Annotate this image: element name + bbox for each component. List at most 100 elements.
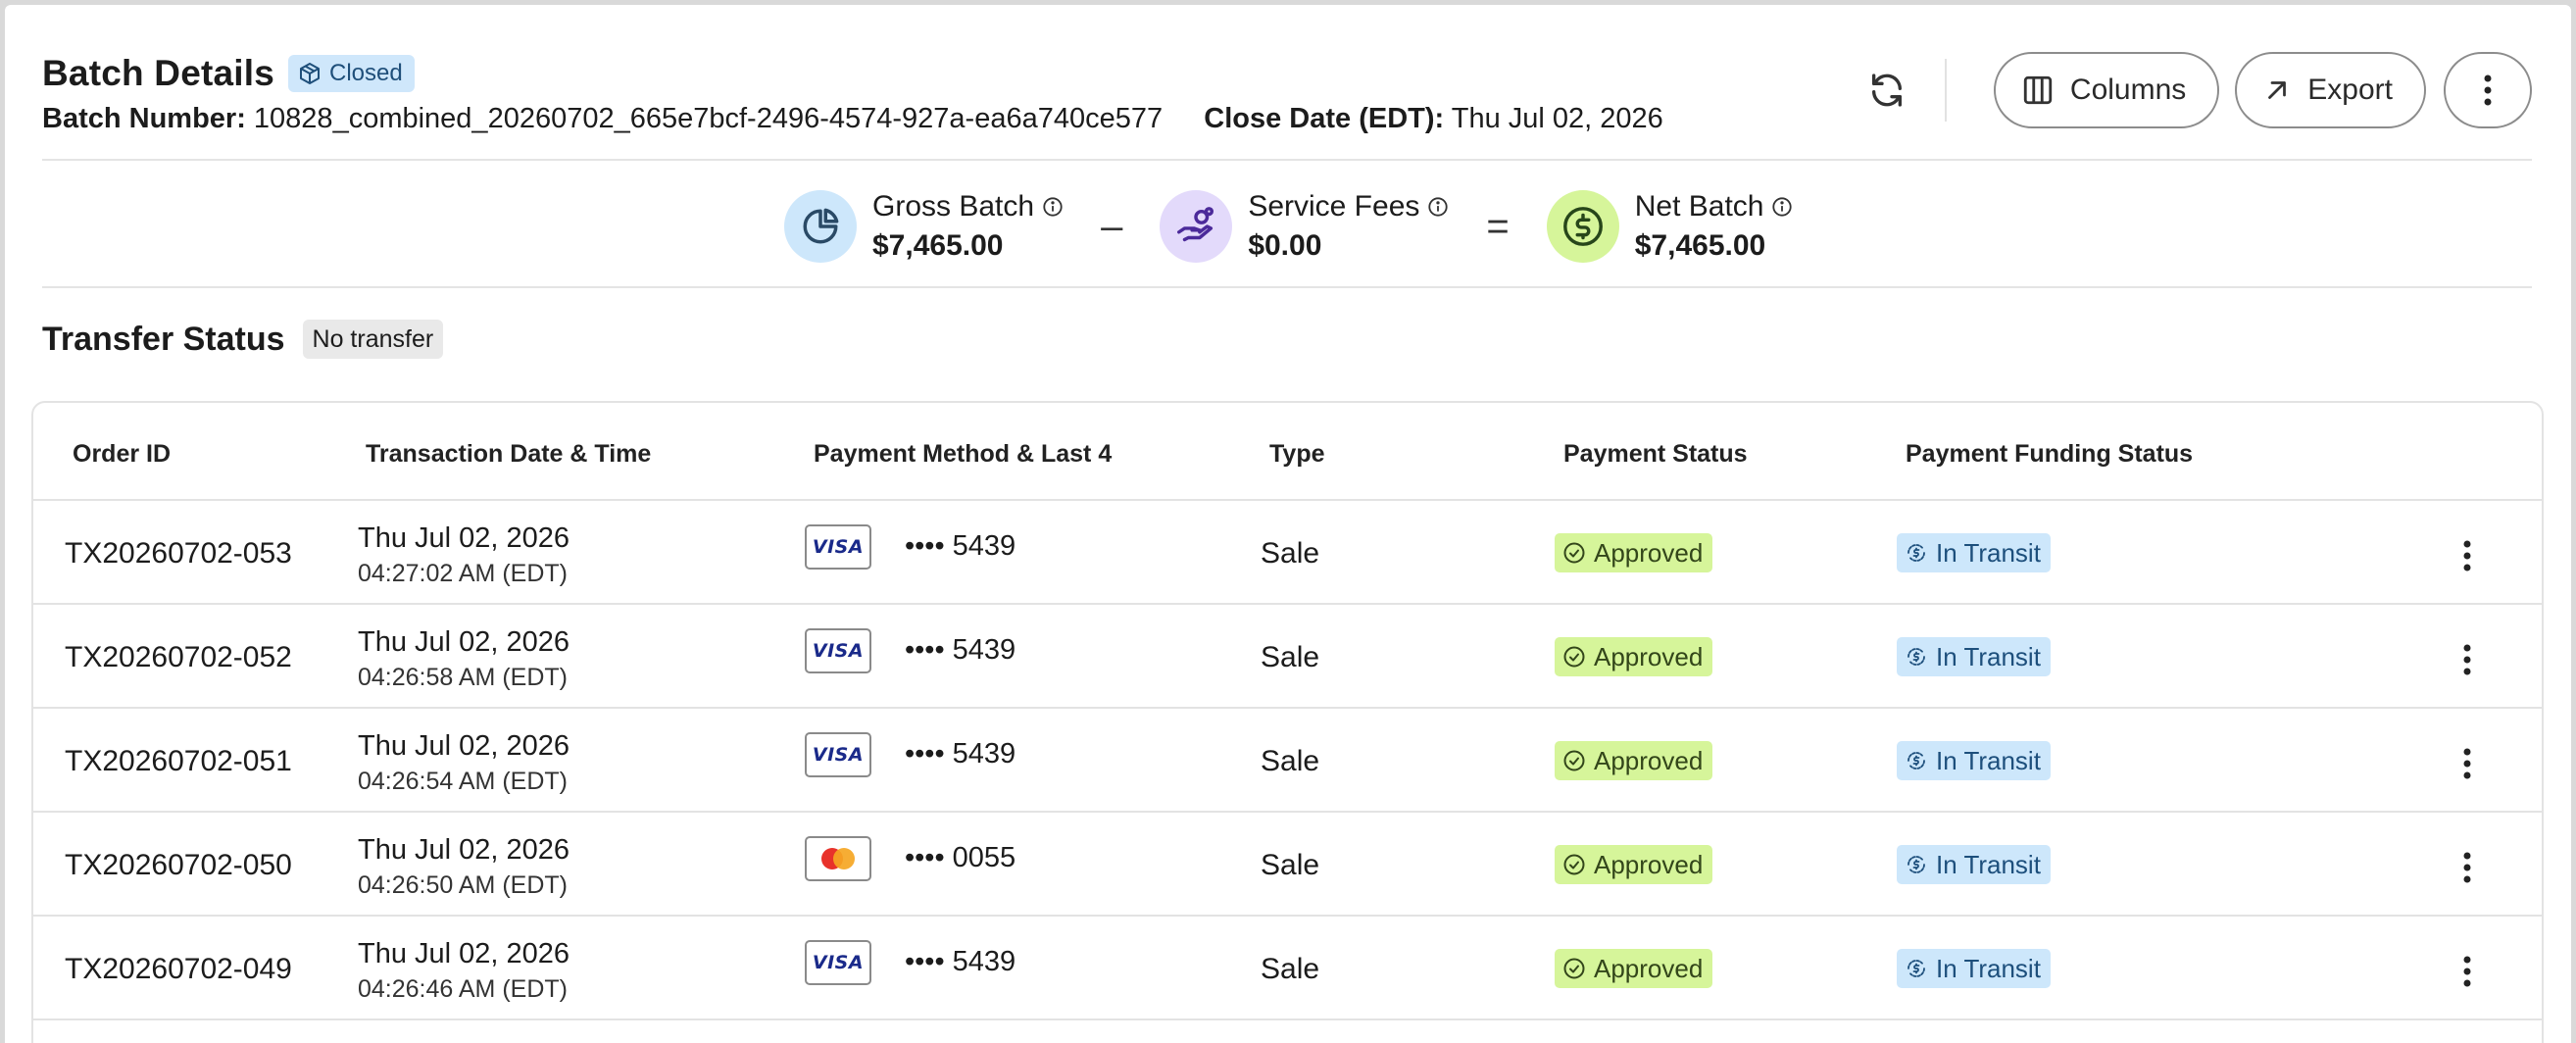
more-options-button[interactable] (2444, 52, 2532, 128)
payment-status-label: Approved (1594, 537, 1704, 568)
gross-batch-value: $7,465.00 (872, 229, 1004, 262)
equals-operator: = (1486, 204, 1510, 248)
gross-batch: Gross Batch $7,465.00 (784, 190, 1064, 263)
col-transaction-date[interactable]: Transaction Date & Time (366, 440, 651, 469)
kebab-vertical-icon (2463, 852, 2471, 883)
row-actions-button[interactable] (2452, 744, 2482, 783)
transaction-type: Sale (1261, 745, 1320, 777)
funding-status-badge: In Transit (1897, 741, 2051, 780)
service-fees-value: $0.00 (1248, 229, 1322, 262)
transaction-time: 04:27:02 AM (EDT) (358, 560, 568, 587)
header-title-row: Batch Details Closed (42, 50, 415, 97)
table-row[interactable]: TX20260702-050 Thu Jul 02, 2026 04:26:50… (33, 813, 2542, 917)
card-last4: •••• 5439 (905, 634, 1016, 666)
row-actions-button[interactable] (2452, 952, 2482, 991)
transaction-date: Thu Jul 02, 2026 (358, 938, 570, 969)
card-logo: VISA (805, 732, 871, 777)
payment-status-badge: Approved (1555, 741, 1713, 780)
funding-status-label: In Transit (1936, 745, 2041, 775)
card-last4: •••• 5439 (905, 946, 1016, 977)
dollar-circle-icon (1546, 190, 1619, 263)
check-circle-icon (1563, 542, 1585, 564)
card-last4: •••• 5439 (905, 738, 1016, 770)
row-actions-button[interactable] (2452, 848, 2482, 887)
col-payment-status[interactable]: Payment Status (1563, 440, 1748, 469)
info-icon[interactable] (1771, 196, 1793, 218)
status-badge: Closed (288, 55, 415, 92)
transaction-time: 04:26:46 AM (EDT) (358, 975, 568, 1003)
info-icon[interactable] (1042, 196, 1064, 218)
pie-chart-icon (784, 190, 857, 263)
col-payment-method[interactable]: Payment Method & Last 4 (814, 440, 1112, 469)
visa-logo: VISA (812, 640, 865, 662)
transaction-date: Thu Jul 02, 2026 (358, 522, 570, 554)
col-funding-status[interactable]: Payment Funding Status (1906, 440, 2193, 469)
payment-status-badge: Approved (1555, 845, 1713, 884)
mastercard-icon (821, 848, 855, 869)
refresh-button[interactable] (1849, 52, 1925, 128)
table-row[interactable]: TX20260702-053 Thu Jul 02, 2026 04:27:02… (33, 501, 2542, 605)
gross-batch-label: Gross Batch (872, 190, 1035, 223)
arrow-up-right-icon (2268, 81, 2287, 99)
card-logo: VISA (805, 628, 871, 673)
table-row[interactable]: TX20260702-051 Thu Jul 02, 2026 04:26:54… (33, 709, 2542, 813)
dollar-cycle-icon (1907, 544, 1925, 562)
net-batch: Net Batch $7,465.00 (1546, 190, 1794, 263)
transaction-date: Thu Jul 02, 2026 (358, 834, 570, 866)
batch-number-label: Batch Number: (42, 103, 246, 134)
columns-button[interactable]: Columns (1993, 52, 2220, 128)
kebab-vertical-icon (2463, 748, 2471, 779)
table-row[interactable]: TX20260702-052 Thu Jul 02, 2026 04:26:58… (33, 605, 2542, 709)
funding-status-badge: In Transit (1897, 949, 2051, 988)
check-circle-icon (1563, 854, 1585, 875)
funding-status-badge: In Transit (1897, 845, 2051, 884)
visa-logo: VISA (812, 536, 865, 558)
transaction-date: Thu Jul 02, 2026 (358, 730, 570, 762)
payment-status-badge: Approved (1555, 533, 1713, 572)
close-date: Thu Jul 02, 2026 (1451, 103, 1663, 134)
funding-status-label: In Transit (1936, 641, 2041, 671)
minus-operator: – (1101, 204, 1123, 248)
dollar-cycle-icon (1907, 648, 1925, 666)
transaction-time: 04:26:58 AM (EDT) (358, 664, 568, 691)
kebab-vertical-icon (2463, 644, 2471, 675)
transaction-type: Sale (1261, 953, 1320, 985)
payment-status-badge: Approved (1555, 949, 1713, 988)
transaction-type: Sale (1261, 537, 1320, 570)
mastercard-logo (805, 836, 871, 881)
table-header: Order ID Transaction Date & Time Payment… (33, 403, 2542, 501)
payment-status-badge: Approved (1555, 637, 1713, 676)
refresh-icon (1871, 74, 1902, 107)
dollar-cycle-icon (1907, 752, 1925, 770)
info-icon[interactable] (1427, 196, 1449, 218)
col-type[interactable]: Type (1269, 440, 1325, 469)
transaction-type: Sale (1261, 641, 1320, 673)
box-icon (300, 63, 321, 84)
order-id: TX20260702-050 (65, 849, 292, 881)
order-id: TX20260702-049 (65, 953, 292, 985)
page-title: Batch Details (42, 53, 275, 93)
kebab-vertical-icon (2484, 74, 2492, 106)
kebab-vertical-icon (2463, 540, 2471, 571)
row-actions-button[interactable] (2452, 640, 2482, 679)
payment-status-label: Approved (1594, 745, 1704, 775)
funding-status-badge: In Transit (1897, 533, 2051, 572)
transaction-type: Sale (1261, 849, 1320, 881)
batch-details-card: Batch Details Closed Batch Number: 10828… (5, 5, 2571, 1043)
funding-status-label: In Transit (1936, 537, 2041, 568)
visa-logo: VISA (812, 744, 865, 766)
funding-status-label: In Transit (1936, 953, 2041, 983)
batch-meta: Batch Number: 10828_combined_20260702_66… (42, 103, 1663, 135)
transactions-table: Order ID Transaction Date & Time Payment… (31, 401, 2544, 1043)
order-id: TX20260702-052 (65, 641, 292, 673)
payment-status-label: Approved (1594, 641, 1704, 671)
columns-icon (2023, 75, 2053, 105)
table-row[interactable]: TX20260702-049 Thu Jul 02, 2026 04:26:46… (33, 917, 2542, 1020)
card-logo: VISA (805, 524, 871, 570)
net-batch-value: $7,465.00 (1634, 229, 1766, 262)
col-order-id[interactable]: Order ID (73, 440, 171, 469)
row-actions-button[interactable] (2452, 536, 2482, 575)
hand-coins-icon (1160, 190, 1233, 263)
funding-status-badge: In Transit (1897, 637, 2051, 676)
export-button[interactable]: Export (2235, 52, 2426, 128)
